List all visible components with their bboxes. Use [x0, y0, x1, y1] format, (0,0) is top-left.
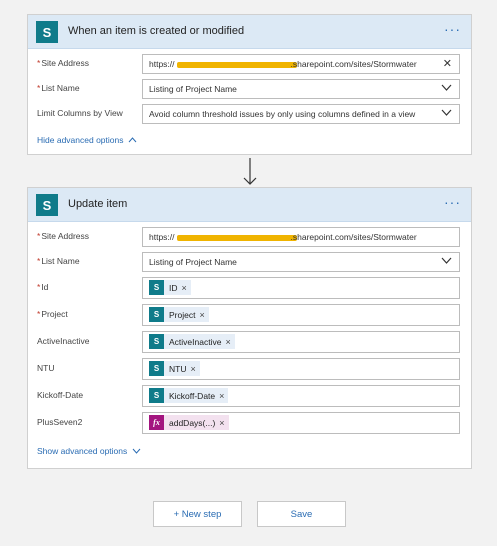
- chevron-up-icon: [128, 137, 137, 143]
- plusseven2-row: PlusSeven2 fx addDays(...) ×: [28, 412, 473, 434]
- sharepoint-icon: S: [149, 361, 164, 376]
- sharepoint-icon: S: [149, 388, 164, 403]
- token-label: NTU: [169, 363, 187, 374]
- update-item-card: S Update item ··· *Site Address https://…: [27, 187, 472, 469]
- ntu-input[interactable]: S NTU ×: [142, 358, 460, 380]
- remove-token-icon[interactable]: ×: [225, 337, 230, 347]
- token-label: ActiveInactive: [169, 336, 222, 347]
- chevron-down-icon: [441, 255, 452, 267]
- more-options-icon[interactable]: ···: [444, 21, 461, 37]
- list-name-row: *List Name Listing of Project Name: [28, 252, 473, 272]
- project-row: *Project S Project ×: [28, 304, 473, 326]
- sharepoint-icon: S: [36, 194, 58, 216]
- sharepoint-icon: S: [149, 334, 164, 349]
- kickoff-date-label: Kickoff-Date: [37, 390, 84, 400]
- list-name-select[interactable]: Listing of Project Name: [142, 252, 460, 272]
- token-label: Kickoff-Date: [169, 390, 216, 401]
- chevron-down-icon: [132, 448, 141, 454]
- site-address-label: *Site Address: [37, 58, 90, 68]
- ntu-token[interactable]: S NTU ×: [149, 361, 200, 376]
- site-address-input[interactable]: https://.sharepoint.com/sites/Stormwater…: [142, 54, 460, 74]
- id-input[interactable]: S ID ×: [142, 277, 460, 299]
- clear-icon[interactable]: ✕: [443, 57, 452, 70]
- show-advanced-options-link[interactable]: Show advanced options: [37, 446, 141, 456]
- token-label: Project: [169, 309, 196, 320]
- list-name-label: *List Name: [37, 256, 80, 266]
- id-label: *Id: [37, 282, 49, 292]
- ntu-row: NTU S NTU ×: [28, 358, 473, 380]
- id-row: *Id S ID ×: [28, 277, 473, 299]
- kickoff-date-token[interactable]: S Kickoff-Date ×: [149, 388, 229, 403]
- trigger-card-header[interactable]: S When an item is created or modified ··…: [28, 15, 471, 49]
- ntu-label: NTU: [37, 363, 55, 373]
- update-item-card-header[interactable]: S Update item ···: [28, 188, 471, 222]
- kickoff-date-input[interactable]: S Kickoff-Date ×: [142, 385, 460, 407]
- flow-arrow-icon: [243, 158, 257, 185]
- redaction-mark: [176, 61, 297, 68]
- chevron-down-icon: [441, 82, 452, 94]
- activeinactive-input[interactable]: S ActiveInactive ×: [142, 331, 460, 353]
- site-address-row: *Site Address https://.sharepoint.com/si…: [28, 54, 473, 74]
- sharepoint-icon: S: [149, 280, 164, 295]
- plusseven2-input[interactable]: fx addDays(...) ×: [142, 412, 460, 434]
- remove-token-icon[interactable]: ×: [219, 391, 224, 401]
- kickoff-date-row: Kickoff-Date S Kickoff-Date ×: [28, 385, 473, 407]
- sharepoint-icon: S: [149, 307, 164, 322]
- trigger-title: When an item is created or modified: [68, 25, 245, 37]
- site-address-input[interactable]: https://.sharepoint.com/sites/Stormwater: [142, 227, 460, 247]
- list-name-select[interactable]: Listing of Project Name: [142, 79, 460, 99]
- more-options-icon[interactable]: ···: [444, 194, 461, 210]
- remove-token-icon[interactable]: ×: [219, 418, 224, 428]
- activeinactive-row: ActiveInactive S ActiveInactive ×: [28, 331, 473, 353]
- limit-columns-select[interactable]: Avoid column threshold issues by only us…: [142, 104, 460, 124]
- project-input[interactable]: S Project ×: [142, 304, 460, 326]
- new-step-button[interactable]: + New step: [153, 501, 242, 527]
- token-label: addDays(...): [169, 417, 216, 428]
- list-name-label: *List Name: [37, 83, 80, 93]
- hide-advanced-options-link[interactable]: Hide advanced options: [37, 135, 137, 145]
- adddays-expression-token[interactable]: fx addDays(...) ×: [149, 415, 229, 430]
- project-label: *Project: [37, 309, 68, 319]
- activeinactive-label: ActiveInactive: [37, 336, 90, 346]
- limit-columns-label: Limit Columns by View: [37, 108, 123, 118]
- plusseven2-label: PlusSeven2: [37, 417, 83, 427]
- id-token[interactable]: S ID ×: [149, 280, 191, 295]
- site-address-row: *Site Address https://.sharepoint.com/si…: [28, 227, 473, 247]
- expression-icon: fx: [149, 415, 164, 430]
- save-button[interactable]: Save: [257, 501, 346, 527]
- redaction-mark: [176, 234, 297, 241]
- trigger-card: S When an item is created or modified ··…: [27, 14, 472, 155]
- remove-token-icon[interactable]: ×: [190, 364, 195, 374]
- sharepoint-icon: S: [36, 21, 58, 43]
- site-address-label: *Site Address: [37, 231, 90, 241]
- activeinactive-token[interactable]: S ActiveInactive ×: [149, 334, 235, 349]
- remove-token-icon[interactable]: ×: [199, 310, 204, 320]
- chevron-down-icon: [438, 107, 452, 119]
- list-name-row: *List Name Listing of Project Name: [28, 79, 473, 99]
- limit-columns-row: Limit Columns by View Avoid column thres…: [28, 104, 473, 124]
- project-token[interactable]: S Project ×: [149, 307, 209, 322]
- update-item-title: Update item: [68, 198, 128, 210]
- remove-token-icon[interactable]: ×: [182, 283, 187, 293]
- token-label: ID: [169, 282, 178, 293]
